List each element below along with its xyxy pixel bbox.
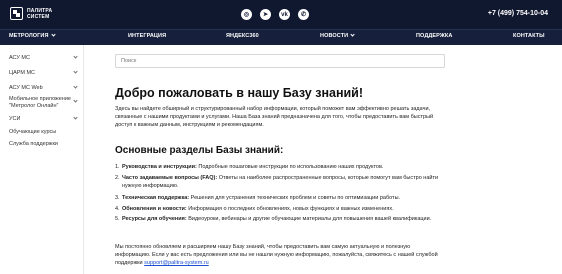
logo-text-line1: ПАЛИТРА xyxy=(27,7,53,14)
nav-contacts[interactable]: КОНТАКТЫ xyxy=(513,33,545,39)
list-item-text: Видеоуроки, вебинары и другие обучающие … xyxy=(186,216,432,222)
sidebar-item-courses[interactable]: Обучающие курсы xyxy=(9,129,77,136)
logo-text-line2: СИСТЕМ xyxy=(27,13,50,20)
phone-link[interactable]: +7 (499) 754-10-04 xyxy=(488,10,548,17)
main-nav: МЕТРОЛОГИЯ ИНТЕГРАЦИЯ ЯНДЕКС360 НОВОСТИ … xyxy=(0,29,562,45)
sidebar: АСУ МС ЦАРМ МС АСУ МС Web Мобильное прил… xyxy=(0,45,84,274)
list-item-title: Часто задаваемые вопросы (FAQ): xyxy=(122,175,218,181)
top-header: ПАЛИТРА СИСТЕМ ◎ ➤ vk ✆ +7 (499) 754-10-… xyxy=(0,0,562,29)
list-item-title: Обновления и новости: xyxy=(122,206,187,212)
nav-support[interactable]: ПОДДЕРЖКА xyxy=(416,33,452,39)
list-item-number: 3. xyxy=(115,195,120,201)
nav-news-label: НОВОСТИ xyxy=(320,33,349,39)
intro-paragraph: Здесь вы найдете обширный и структуриров… xyxy=(115,106,434,128)
list-item-title: Руководства и инструкции: xyxy=(122,164,197,170)
page-title: Добро пожаловать в нашу Базу знаний! xyxy=(115,86,364,100)
outro-paragraph: Мы постоянно обновляем и расширяем нашу … xyxy=(115,243,445,267)
list-item-number: 5. xyxy=(115,216,120,222)
search-input[interactable] xyxy=(115,54,445,68)
list-item-title: Ресурсы для обучения: xyxy=(122,216,187,222)
sidebar-item-mobile-app[interactable]: Мобильное приложение "Метролог Онлайн" xyxy=(9,96,71,109)
logo-mark-icon xyxy=(10,7,23,20)
logo[interactable]: ПАЛИТРА СИСТЕМ xyxy=(10,7,52,20)
list-item: 4. Обновления и новости: Информация о пос… xyxy=(115,205,450,213)
nav-yandex360[interactable]: ЯНДЕКС360 xyxy=(226,33,259,39)
sidebar-item-tsarm-ms[interactable]: ЦАРМ МС xyxy=(9,70,77,77)
list-item-text: Решения для устранения технических пробл… xyxy=(189,195,401,201)
nav-metrology-label: МЕТРОЛОГИЯ xyxy=(9,33,49,39)
support-email-link[interactable]: support@palitra-system.ru xyxy=(144,260,209,266)
list-item-number: 4. xyxy=(115,206,120,212)
sidebar-item-asu-ms[interactable]: АСУ МС xyxy=(9,55,77,62)
sections-heading: Основные разделы Базы знаний: xyxy=(115,145,284,156)
sidebar-item-usi[interactable]: УСИ xyxy=(9,116,77,123)
chevron-down-icon xyxy=(350,32,355,37)
telegram-icon[interactable]: ➤ xyxy=(260,9,271,20)
list-item-title: Техническая поддержка: xyxy=(122,195,190,201)
sidebar-item-asu-ms-web[interactable]: АСУ МС Web xyxy=(9,85,77,92)
list-item: 5. Ресурсы для обучения: Видеоуроки, веби… xyxy=(115,215,450,223)
podcast-icon[interactable]: ◎ xyxy=(241,9,252,20)
whatsapp-icon[interactable]: ✆ xyxy=(298,9,309,20)
list-item-text: Подробные пошаговые инструкции по исполь… xyxy=(196,164,384,170)
list-item-number: 1. xyxy=(115,164,120,170)
chevron-down-icon xyxy=(50,32,56,37)
social-links: ◎ ➤ vk ✆ xyxy=(241,9,309,20)
chevron-down-icon[interactable] xyxy=(73,98,78,103)
list-item-number: 2. xyxy=(115,175,120,181)
list-item: 3. Техническая поддержка: Решения для уст… xyxy=(115,194,450,202)
sidebar-item-support-service[interactable]: Служба поддержки xyxy=(9,141,77,148)
nav-metrology[interactable]: МЕТРОЛОГИЯ xyxy=(9,32,56,39)
list-item-text: Информация о последних обновлениях, новы… xyxy=(186,206,394,212)
nav-integration[interactable]: ИНТЕГРАЦИЯ xyxy=(128,33,166,39)
vk-icon[interactable]: vk xyxy=(279,9,290,20)
list-item: 1. Руководства и инструкции: Подробные по… xyxy=(115,163,450,171)
nav-news[interactable]: НОВОСТИ xyxy=(320,32,355,39)
list-item: 2. Часто задаваемые вопросы (FAQ): Ответы… xyxy=(115,174,450,190)
